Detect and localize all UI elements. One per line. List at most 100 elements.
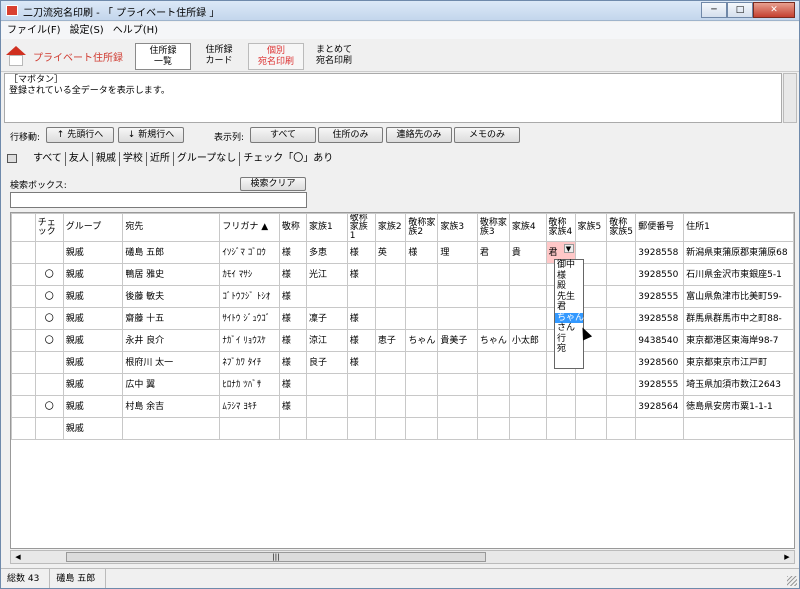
table-cell[interactable]: 親戚	[62, 285, 124, 308]
table-cell[interactable]: 石川県金沢市東銀座5-1	[683, 263, 794, 286]
table-cell[interactable]	[11, 329, 36, 352]
table-cell[interactable]	[508, 263, 547, 286]
table-cell[interactable]: 村島 余吉	[122, 395, 221, 418]
close-button[interactable]: ✕	[753, 2, 795, 18]
column-header[interactable]: 敬称	[278, 213, 308, 242]
table-cell[interactable]	[306, 395, 348, 418]
table-cell[interactable]: 礒島 五郎	[122, 241, 221, 264]
show-memo-button[interactable]: メモのみ	[454, 127, 520, 143]
table-cell[interactable]: ﾅｶﾞｲ ﾘｮｳｽｹ	[219, 329, 280, 352]
dropdown-option[interactable]: 先生	[555, 292, 583, 303]
table-cell[interactable]: ｻｲﾄｳ ｼﾞｭｳｺﾞ	[219, 307, 280, 330]
table-cell[interactable]: 徳島県安房市粟1-1-1	[683, 395, 794, 418]
honorific-dropdown-list[interactable]: 御中様殿先生君ちゃん さん行宛	[554, 259, 584, 369]
table-cell[interactable]: 光江	[306, 263, 348, 286]
table-cell[interactable]	[437, 395, 478, 418]
column-header[interactable]: グループ	[62, 213, 124, 242]
table-cell[interactable]: 親戚	[62, 241, 124, 264]
table-cell[interactable]: ｺﾞﾄｳﾌｼﾞ ﾄｼｵ	[219, 285, 280, 308]
table-cell[interactable]: 親戚	[62, 329, 124, 352]
table-cell[interactable]	[346, 417, 376, 440]
table-cell[interactable]	[545, 395, 576, 418]
dropdown-option[interactable]: 宛	[555, 344, 583, 355]
search-input[interactable]	[10, 192, 307, 208]
table-cell[interactable]	[606, 263, 637, 286]
table-row[interactable]: 親戚 広中 翼ﾋﾛﾅｶ ﾂﾊﾞｻ様 3928555 埼玉県加須市数江2643	[11, 373, 794, 396]
table-cell[interactable]	[508, 373, 547, 396]
column-header[interactable]: 敬称家族5	[606, 213, 637, 242]
table-cell[interactable]: 様	[278, 395, 308, 418]
column-header[interactable]: 家族1	[306, 213, 348, 242]
table-cell[interactable]	[606, 351, 637, 374]
table-cell[interactable]: 親戚	[62, 373, 124, 396]
table-cell[interactable]: 様	[346, 241, 376, 264]
column-header[interactable]: 家族4	[508, 213, 547, 242]
table-cell[interactable]: 恵子	[374, 329, 407, 352]
table-cell[interactable]: 親戚	[62, 395, 124, 418]
table-cell[interactable]	[34, 373, 64, 396]
table-cell[interactable]: 9438540	[635, 329, 685, 352]
table-cell[interactable]	[508, 395, 547, 418]
table-cell[interactable]	[476, 351, 510, 374]
column-header[interactable]: 家族3	[437, 213, 478, 242]
table-cell[interactable]: 小太郎	[508, 329, 547, 352]
table-cell[interactable]: 凜子	[306, 307, 348, 330]
table-cell[interactable]	[374, 373, 407, 396]
table-cell[interactable]: 様	[346, 351, 376, 374]
table-cell[interactable]	[437, 263, 478, 286]
table-cell[interactable]	[346, 285, 376, 308]
table-cell[interactable]: 3928560	[635, 351, 685, 374]
table-cell[interactable]: 鴨居 雅史	[122, 263, 221, 286]
menu-settings[interactable]: 設定(S)	[70, 22, 104, 39]
minimize-button[interactable]: ─	[701, 2, 727, 18]
resize-grip-icon[interactable]	[787, 576, 797, 586]
table-cell[interactable]	[278, 417, 308, 440]
table-cell[interactable]	[683, 417, 794, 440]
table-cell[interactable]	[34, 351, 64, 374]
table-cell[interactable]: 〇	[34, 395, 64, 418]
table-cell[interactable]: 3928550	[635, 263, 685, 286]
table-cell[interactable]: 富山県魚津市比美町59-	[683, 285, 794, 308]
dropdown-option[interactable]: 御中	[555, 260, 583, 271]
table-cell[interactable]: 親戚	[62, 417, 124, 440]
show-address-button[interactable]: 住所のみ	[318, 127, 383, 143]
table-cell[interactable]: 親戚	[62, 307, 124, 330]
table-cell[interactable]: ｶﾓｲ ﾏｻｼ	[219, 263, 280, 286]
table-cell[interactable]	[545, 373, 576, 396]
table-cell[interactable]	[405, 307, 439, 330]
filter-tab-all[interactable]: すべて	[30, 152, 66, 166]
table-cell[interactable]	[545, 417, 576, 440]
filter-tab-checked[interactable]: チェック「〇」あり	[240, 152, 336, 166]
table-row[interactable]: 親戚 根府川 太一 ﾈﾌﾞｶﾜ ﾀｲﾁ様良子様 3928560 東京都東京市江戸町	[11, 351, 794, 374]
batch-print-button[interactable]: まとめて 宛名印刷	[306, 43, 362, 70]
table-cell[interactable]	[508, 351, 547, 374]
column-header[interactable]: 敬称家族1	[346, 213, 376, 242]
table-cell[interactable]: 3928564	[635, 395, 685, 418]
column-header[interactable]: 敬称家族3	[476, 213, 510, 242]
table-cell[interactable]	[405, 351, 439, 374]
table-cell[interactable]: 理	[437, 241, 478, 264]
column-header[interactable]: 敬称家族2	[405, 213, 439, 242]
dropdown-option[interactable]: 殿	[555, 281, 583, 292]
horizontal-scrollbar[interactable]: ◀ ||| ▶	[10, 550, 795, 564]
column-header[interactable]: チェック	[34, 213, 64, 242]
table-cell[interactable]: 齋藤 十五	[122, 307, 221, 330]
table-cell[interactable]: 多恵	[306, 241, 348, 264]
table-cell[interactable]	[476, 373, 510, 396]
table-cell[interactable]	[11, 307, 36, 330]
table-cell[interactable]	[606, 329, 637, 352]
table-cell[interactable]	[437, 373, 478, 396]
table-cell[interactable]	[11, 263, 36, 286]
table-cell[interactable]: 埼玉県加須市数江2643	[683, 373, 794, 396]
filter-tab-no-group[interactable]: グループなし	[174, 152, 241, 166]
table-cell[interactable]: 様	[278, 285, 308, 308]
table-cell[interactable]: 良子	[306, 351, 348, 374]
table-cell[interactable]: ﾈﾌﾞｶﾜ ﾀｲﾁ	[219, 351, 280, 374]
table-cell[interactable]: 〇	[34, 329, 64, 352]
table-cell[interactable]: 親戚	[62, 263, 124, 286]
table-cell[interactable]	[476, 417, 510, 440]
filter-tab-relatives[interactable]: 親戚	[93, 152, 120, 166]
table-cell[interactable]: 東京都東京市江戸町	[683, 351, 794, 374]
table-cell[interactable]: 永井 良介	[122, 329, 221, 352]
table-cell[interactable]: ちゃん	[476, 329, 510, 352]
